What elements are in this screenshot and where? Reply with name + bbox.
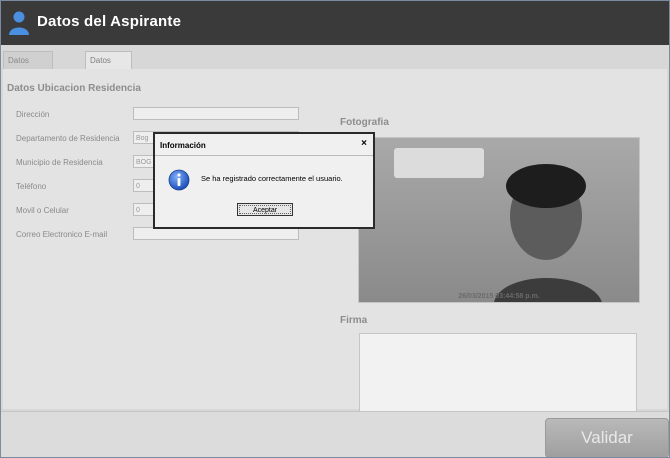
main-area: Datos Personales Datos Generales Datos U…: [1, 45, 669, 457]
field-label-telefono: Teléfono: [16, 182, 47, 191]
signature-title: Firma: [340, 315, 368, 326]
window-title: Datos del Aspirante: [37, 13, 182, 30]
title-bar: Datos del Aspirante: [1, 1, 669, 45]
tab-datos-personales[interactable]: Datos Personales: [3, 51, 54, 82]
info-dialog: Información × Se ha registrado correctam…: [153, 132, 375, 229]
dialog-title: Información: [160, 141, 206, 150]
direccion-input[interactable]: [133, 107, 299, 120]
photo-timestamp: 26/03/2015 03:44:58 p.m.: [458, 293, 540, 300]
field-label-municipio: Municipio de Residencia: [16, 158, 103, 167]
accept-button[interactable]: Aceptar: [237, 203, 293, 216]
form-panel: Datos Ubicacion Residencia Dirección Dep…: [3, 69, 667, 429]
photo-air-conditioner: [394, 148, 484, 178]
dialog-message: Se ha registrado correctamente el usuari…: [201, 174, 343, 183]
photo-title: Fotografia: [340, 117, 389, 128]
dialog-divider: [155, 155, 373, 156]
user-icon: [9, 11, 29, 35]
info-icon: [168, 169, 190, 191]
footer-bar: Validar: [1, 411, 669, 457]
tab-datos-generales[interactable]: Datos Generales: [85, 51, 132, 82]
section-title: Datos Ubicacion Residencia: [7, 83, 141, 94]
applicant-photo: 26/03/2015 03:44:58 p.m.: [358, 137, 640, 303]
field-label-departamento: Departamento de Residencia: [16, 134, 120, 143]
field-label-direccion: Dirección: [16, 110, 50, 119]
validate-button[interactable]: Validar: [545, 418, 669, 457]
app-window: Datos del Aspirante Datos Personales Dat…: [0, 0, 670, 458]
field-label-movil: Movil o Celular: [16, 206, 69, 215]
field-label-correo: Correo Electronico E-mail: [16, 230, 108, 239]
person-silhouette: [494, 164, 602, 302]
close-icon[interactable]: ×: [361, 138, 367, 149]
